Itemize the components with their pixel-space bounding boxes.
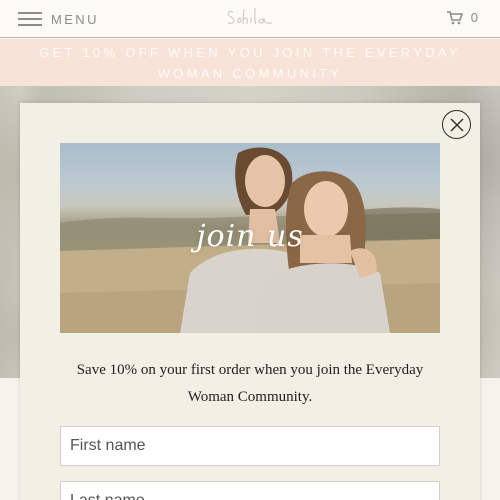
hamburger-icon [18, 12, 42, 26]
first-name-field[interactable] [60, 426, 440, 466]
cart-count: 0 [470, 10, 478, 25]
site-header: MENU 0 [0, 0, 500, 38]
cart-button[interactable]: 0 [446, 10, 478, 25]
join-us-image: join us [60, 143, 440, 333]
newsletter-modal: join us Save 10% on your first order whe… [20, 103, 480, 500]
shopping-cart-icon [446, 10, 463, 24]
close-icon [450, 118, 463, 131]
last-name-field[interactable] [60, 481, 440, 500]
logo[interactable] [222, 3, 278, 33]
close-button[interactable] [442, 110, 471, 139]
menu-button[interactable]: MENU [18, 9, 99, 29]
join-us-caption: join us [196, 219, 304, 254]
promo-banner-text: GET 10% OFF WHEN YOU JOIN THE EVERYDAY W… [39, 44, 461, 81]
sohila-logo-icon [227, 7, 273, 25]
promo-text: Save 10% on your first order when you jo… [76, 362, 424, 405]
menu-label: MENU [51, 11, 99, 27]
promo-banner[interactable]: GET 10% OFF WHEN YOU JOIN THE EVERYDAY W… [0, 39, 500, 86]
